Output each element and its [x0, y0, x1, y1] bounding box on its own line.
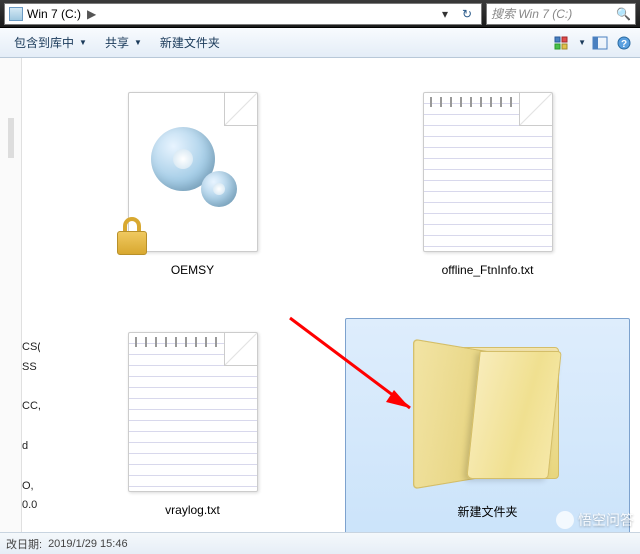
- file-label: 新建文件夹: [457, 503, 517, 520]
- drive-icon: [9, 7, 23, 21]
- navigation-pane-edge[interactable]: [0, 58, 22, 532]
- view-icon[interactable]: [552, 33, 572, 53]
- file-item-vraylog[interactable]: vraylog.txt: [50, 318, 335, 548]
- address-text: Win 7 (C:): [27, 7, 81, 21]
- watermark: 悟空问答: [556, 510, 634, 530]
- help-icon[interactable]: ?: [614, 33, 634, 53]
- watermark-text: 悟空问答: [578, 510, 634, 530]
- clip-text: CC,: [22, 397, 40, 417]
- system-file-icon: [113, 87, 273, 257]
- file-label: offline_FtnInfo.txt: [442, 263, 534, 277]
- search-placeholder: 搜索 Win 7 (C:): [491, 5, 612, 22]
- address-bar[interactable]: Win 7 (C:) ▶ ▾ ↻: [4, 3, 482, 25]
- lock-overlay-icon: [115, 217, 151, 255]
- include-in-library-button[interactable]: 包含到库中 ▼: [6, 31, 95, 54]
- clip-text: O,: [22, 477, 40, 497]
- address-dropdown-icon[interactable]: ▾: [437, 5, 453, 23]
- file-item-offline[interactable]: offline_FtnInfo.txt: [345, 78, 630, 308]
- share-button[interactable]: 共享 ▼: [97, 31, 150, 54]
- cropped-details-pane: CS( SS CC, d O, 0.0: [22, 58, 40, 532]
- search-icon: 🔍: [616, 7, 631, 21]
- toolbar-right-icons: ▼ ?: [552, 33, 634, 53]
- dropdown-icon[interactable]: ▼: [578, 38, 586, 47]
- clip-text: d: [22, 437, 40, 457]
- file-list[interactable]: OEMSY offline_FtnInfo.txt vraylog.txt: [40, 58, 640, 532]
- main-area: CS( SS CC, d O, 0.0 OEM: [0, 58, 640, 532]
- dropdown-icon: ▼: [79, 38, 87, 47]
- file-item-oemsy[interactable]: OEMSY: [50, 78, 335, 308]
- preview-pane-icon[interactable]: [590, 33, 610, 53]
- text-file-icon: [408, 87, 568, 257]
- breadcrumb-arrow-icon[interactable]: ▶: [87, 7, 96, 21]
- folder-icon: [408, 327, 568, 497]
- status-date-label: 改日期:: [6, 536, 42, 552]
- clip-text: 0.0: [22, 496, 40, 516]
- dropdown-icon: ▼: [134, 38, 142, 47]
- search-input[interactable]: 搜索 Win 7 (C:) 🔍: [486, 3, 636, 25]
- include-label: 包含到库中: [14, 34, 74, 51]
- text-file-icon: [113, 327, 273, 497]
- status-date-value: 2019/1/29 15:46: [48, 538, 128, 550]
- file-label: OEMSY: [171, 263, 214, 277]
- status-bar: 改日期: 2019/1/29 15:46: [0, 532, 640, 554]
- newfolder-label: 新建文件夹: [160, 34, 220, 51]
- clip-text: SS: [22, 358, 40, 378]
- titlebar: Win 7 (C:) ▶ ▾ ↻ 搜索 Win 7 (C:) 🔍: [0, 0, 640, 28]
- watermark-logo-icon: [556, 511, 574, 529]
- clip-text: CS(: [22, 338, 40, 358]
- refresh-icon[interactable]: ↻: [457, 5, 477, 23]
- svg-text:?: ?: [621, 39, 627, 50]
- share-label: 共享: [105, 34, 129, 51]
- toolbar: 包含到库中 ▼ 共享 ▼ 新建文件夹 ▼ ?: [0, 28, 640, 58]
- splitter-handle[interactable]: [8, 118, 14, 158]
- file-label: vraylog.txt: [165, 503, 220, 517]
- new-folder-button[interactable]: 新建文件夹: [152, 31, 228, 54]
